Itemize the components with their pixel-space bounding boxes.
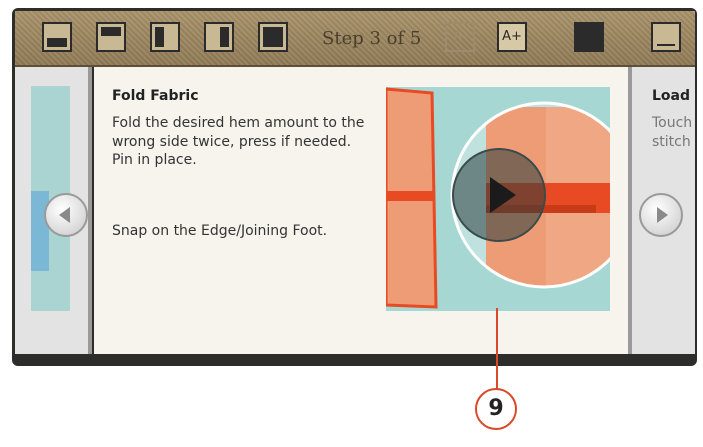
next-step-title: Load	[652, 88, 691, 104]
step-note: Snap on the Edge/Joining Foot.	[112, 223, 328, 239]
chevron-left-icon	[59, 207, 70, 223]
toolbar: Step 3 of 5 A- A+	[15, 11, 695, 67]
font-increase-button[interactable]: A+	[497, 22, 527, 52]
stitch-view-button[interactable]	[574, 22, 604, 52]
layout-full-button[interactable]	[258, 22, 288, 52]
minimize-button[interactable]	[651, 22, 681, 52]
layout-top-button[interactable]	[96, 22, 126, 52]
layout-left-button[interactable]	[150, 22, 180, 52]
layout-bottom-button[interactable]	[42, 22, 72, 52]
next-step-text-2: stitch	[652, 134, 691, 150]
step-instruction: Fold the desired hem amount to the wrong…	[112, 115, 365, 168]
callout-number: 9	[475, 388, 517, 430]
step-illustration[interactable]	[386, 87, 610, 311]
step-indicator: Step 3 of 5	[322, 28, 422, 49]
chevron-right-icon	[657, 207, 668, 223]
layout-right-button[interactable]	[204, 22, 234, 52]
step-title: Fold Fabric	[112, 88, 199, 104]
font-decrease-button[interactable]: A-	[445, 22, 475, 52]
next-step-button[interactable]	[639, 193, 683, 237]
previous-step-button[interactable]	[44, 193, 88, 237]
next-step-text-1: Touch	[652, 115, 693, 131]
callout-line	[496, 308, 498, 390]
divider-left	[88, 67, 92, 354]
